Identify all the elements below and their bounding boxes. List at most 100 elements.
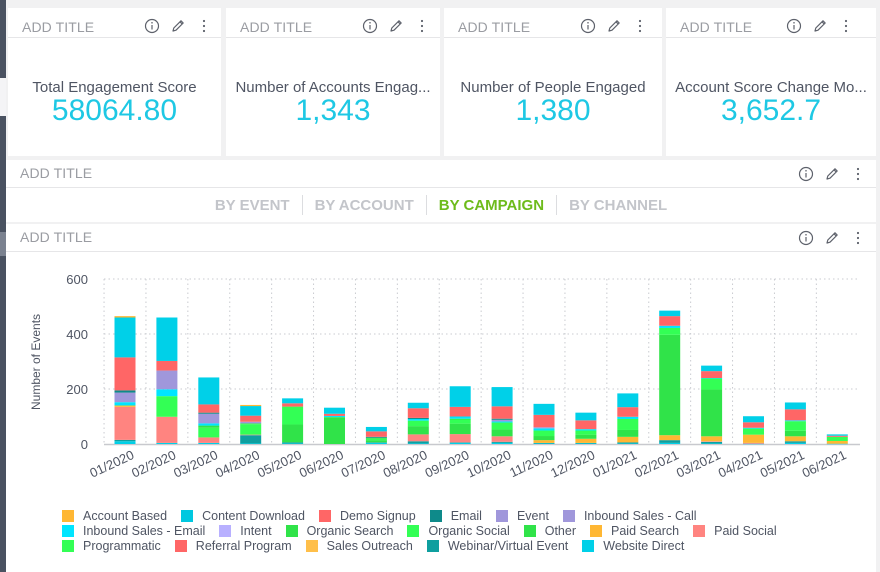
bar-segment-content-download[interactable] — [198, 377, 220, 405]
bar-segment-other[interactable] — [365, 440, 387, 443]
bar-segment-paid-search[interactable] — [659, 435, 681, 441]
bar-stack-12-2020[interactable] — [575, 412, 597, 444]
bar-segment-other[interactable] — [407, 426, 429, 435]
bar-segment-demo-signup[interactable] — [491, 406, 513, 419]
bar-segment-inbound-sales-email[interactable] — [533, 428, 555, 431]
bar-segment-paid-social[interactable] — [114, 406, 136, 440]
bar-segment-content-download[interactable] — [575, 412, 597, 421]
bar-segment-paid-search[interactable] — [743, 434, 764, 443]
bar-segment-demo-signup[interactable] — [156, 360, 178, 371]
bar-segment-website-direct[interactable] — [114, 441, 136, 444]
bar-segment-content-download[interactable] — [659, 310, 681, 317]
bar-segment-website-direct[interactable] — [617, 443, 639, 444]
bar-segment-organic-social[interactable] — [659, 327, 681, 335]
bar-segment-webinar-virtual-event[interactable] — [533, 442, 555, 444]
bar-stack-05-2021[interactable] — [784, 402, 806, 444]
bar-segment-demo-signup[interactable] — [784, 409, 806, 421]
bar-segment-other[interactable] — [617, 429, 639, 437]
bar-segment-paid-social[interactable] — [198, 437, 220, 443]
legend-item[interactable]: Intent — [219, 524, 272, 538]
legend-item[interactable]: Content Download — [181, 509, 305, 523]
bar-segment-inbound-sales-email[interactable] — [491, 421, 513, 423]
bar-stack-09-2020[interactable] — [449, 386, 471, 444]
bar-segment-email[interactable] — [365, 436, 387, 438]
bar-segment-demo-signup[interactable] — [533, 414, 555, 428]
bar-segment-demo-signup[interactable] — [449, 406, 471, 417]
bar-segment-organic-search[interactable] — [198, 425, 220, 428]
bar-segment-demo-signup[interactable] — [826, 435, 848, 437]
legend-item[interactable]: Programmatic — [62, 539, 161, 553]
bar-segment-other[interactable] — [659, 334, 681, 436]
bar-segment-paid-search[interactable] — [826, 440, 848, 444]
bar-segment-organic-search[interactable] — [449, 418, 471, 420]
bar-segment-website-direct[interactable] — [533, 443, 555, 444]
bar-segment-event[interactable] — [491, 419, 513, 422]
bar-segment-content-download[interactable] — [533, 403, 555, 415]
bar-segment-inbound-sales-email[interactable] — [198, 423, 220, 426]
bar-stack-07-2020[interactable] — [365, 426, 387, 444]
bar-segment-content-download[interactable] — [826, 434, 848, 436]
bar-stack-11-2020[interactable] — [533, 403, 555, 444]
bar-segment-website-direct[interactable] — [491, 442, 513, 444]
bar-segment-website-direct[interactable] — [784, 442, 806, 444]
legend-item[interactable]: Inbound Sales - Call — [562, 509, 697, 523]
legend-item[interactable]: Website Direct — [582, 539, 684, 553]
bar-segment-account-based[interactable] — [240, 404, 262, 407]
bar-segment-organic-social[interactable] — [198, 427, 220, 438]
bar-segment-content-download[interactable] — [784, 402, 806, 410]
bar-segment-event[interactable] — [114, 392, 136, 403]
bar-segment-event[interactable] — [198, 413, 220, 424]
bar-segment-website-direct[interactable] — [575, 443, 597, 444]
bar-segment-email[interactable] — [407, 417, 429, 419]
bar-segment-webinar-virtual-event[interactable] — [491, 441, 513, 443]
bar-segment-paid-social[interactable] — [449, 434, 471, 443]
bar-segment-website-direct[interactable] — [826, 443, 848, 445]
bar-segment-email[interactable] — [491, 418, 513, 420]
legend-item[interactable]: Referral Program — [174, 539, 292, 553]
bar-segment-event[interactable] — [533, 427, 555, 429]
bar-segment-inbound-sales-email[interactable] — [324, 415, 345, 418]
bar-stack-01-2020[interactable] — [114, 316, 136, 444]
legend-item[interactable]: Organic Social — [407, 524, 510, 538]
bar-segment-paid-search[interactable] — [575, 438, 597, 443]
bar-segment-webinar-virtual-event[interactable] — [365, 442, 387, 443]
bar-segment-content-download[interactable] — [240, 406, 262, 416]
bar-segment-organic-social[interactable] — [156, 396, 178, 417]
bar-segment-demo-signup[interactable] — [743, 422, 764, 428]
bar-segment-paid-search[interactable] — [784, 436, 806, 442]
bar-segment-paid-social[interactable] — [240, 434, 262, 436]
bar-segment-organic-social[interactable] — [407, 420, 429, 427]
legend-item[interactable]: Sales Outreach — [305, 539, 413, 553]
bar-segment-content-download[interactable] — [365, 426, 387, 432]
bar-segment-website-direct[interactable] — [156, 442, 178, 444]
bar-segment-paid-search[interactable] — [701, 436, 723, 442]
bar-segment-organic-social[interactable] — [282, 406, 304, 425]
bar-segment-account-based[interactable] — [114, 316, 136, 318]
bar-segment-email[interactable] — [114, 390, 136, 393]
legend-item[interactable]: Email — [429, 509, 482, 523]
bar-segment-inbound-sales-email[interactable] — [156, 389, 178, 397]
bar-segment-webinar-virtual-event[interactable] — [407, 441, 429, 444]
bar-stack-02-2020[interactable] — [156, 317, 178, 445]
legend-item[interactable]: Webinar/Virtual Event — [426, 539, 568, 553]
bar-segment-website-direct[interactable] — [198, 442, 220, 444]
bar-segment-organic-social[interactable] — [449, 419, 471, 424]
bar-segment-organic-social[interactable] — [826, 436, 848, 441]
bar-stack-10-2020[interactable] — [491, 387, 513, 444]
bar-segment-webinar-virtual-event[interactable] — [784, 441, 806, 443]
bar-stack-04-2021[interactable] — [743, 416, 764, 445]
bar-segment-content-download[interactable] — [449, 386, 471, 407]
bar-stack-06-2020[interactable] — [324, 407, 345, 444]
bar-segment-content-download[interactable] — [282, 398, 304, 404]
bar-segment-webinar-virtual-event[interactable] — [114, 439, 136, 442]
bar-segment-organic-social[interactable] — [743, 428, 764, 435]
bar-segment-website-direct[interactable] — [282, 443, 304, 444]
bar-segment-organic-search[interactable] — [324, 417, 345, 418]
bar-segment-paid-social[interactable] — [491, 436, 513, 442]
legend-item[interactable]: Inbound Sales - Email — [62, 524, 205, 538]
bar-segment-inbound-sales-email[interactable] — [449, 416, 471, 419]
bar-segment-webinar-virtual-event[interactable] — [282, 442, 304, 444]
legend-item[interactable]: Event — [495, 509, 549, 523]
bar-segment-demo-signup[interactable] — [114, 357, 136, 391]
bar-segment-demo-signup[interactable] — [198, 404, 220, 413]
